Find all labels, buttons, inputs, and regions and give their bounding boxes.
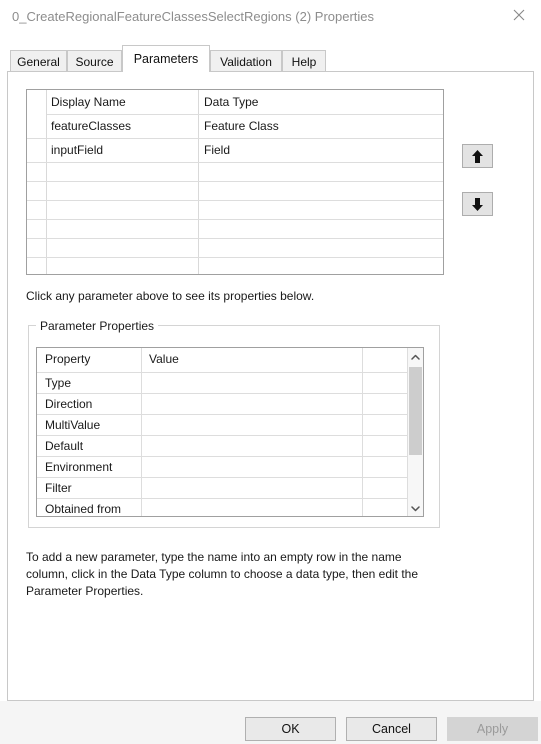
property-row[interactable]: Obtained from: [37, 498, 423, 516]
tab-help[interactable]: Help: [282, 50, 326, 72]
cell-property-name: Filter: [45, 480, 72, 495]
move-down-button[interactable]: [462, 192, 493, 216]
parameter-properties-table[interactable]: Property Value Type Direction MultiValue Defa…: [36, 347, 424, 517]
table-row-empty[interactable]: [27, 162, 443, 181]
parameter-properties-group-title: Parameter Properties: [36, 319, 159, 333]
title-bar: 0_CreateRegionalFeatureClassesSelectRegi…: [0, 0, 541, 36]
cell-property-name: Environment: [45, 459, 113, 474]
property-row[interactable]: Direction: [37, 393, 423, 414]
apply-button: Apply: [447, 717, 538, 741]
arrow-up-icon: [471, 149, 484, 164]
property-row[interactable]: Default: [37, 435, 423, 456]
table-row-empty[interactable]: [27, 219, 443, 238]
scroll-up-button[interactable]: [408, 348, 423, 365]
table-row-empty[interactable]: [27, 181, 443, 200]
parameters-table[interactable]: Display Name Data Type featureClasses Featu…: [26, 89, 444, 275]
parameters-header-row: Display Name Data Type: [27, 90, 443, 114]
property-column-divider: [141, 348, 142, 516]
cell-property-name: Type: [45, 375, 72, 390]
value-column-divider: [362, 348, 363, 516]
column-header-data-type[interactable]: Data Type: [204, 90, 258, 114]
instructions-text: To add a new parameter, type the name in…: [26, 550, 419, 598]
property-row[interactable]: Environment: [37, 456, 423, 477]
table-row[interactable]: featureClasses Feature Class: [27, 114, 443, 138]
column-header-value[interactable]: Value: [149, 348, 179, 369]
cell-property-name: Obtained from: [45, 501, 122, 516]
tab-general[interactable]: General: [10, 50, 67, 72]
move-up-button[interactable]: [462, 144, 493, 168]
tab-strip: General Source Parameters Validation Help: [0, 36, 541, 72]
tab-source[interactable]: Source: [67, 50, 122, 72]
cell-display-name[interactable]: featureClasses: [51, 114, 131, 138]
window-title: 0_CreateRegionalFeatureClassesSelectRegi…: [12, 9, 375, 24]
properties-scrollbar[interactable]: [407, 348, 423, 516]
scroll-thumb[interactable]: [409, 367, 422, 455]
table-row-empty[interactable]: [27, 200, 443, 219]
cell-data-type[interactable]: Field: [204, 138, 230, 162]
cell-property-name: Default: [45, 438, 84, 453]
properties-header-row: Property Value: [37, 348, 423, 369]
arrow-down-icon: [471, 197, 484, 212]
table-row[interactable]: inputField Field: [27, 138, 443, 162]
cell-display-name[interactable]: inputField: [51, 138, 103, 162]
tab-validation[interactable]: Validation: [210, 50, 282, 72]
cell-data-type[interactable]: Feature Class: [204, 114, 279, 138]
cancel-button[interactable]: Cancel: [346, 717, 437, 741]
close-icon: [513, 9, 525, 21]
property-row[interactable]: Filter: [37, 477, 423, 498]
cell-property-name: MultiValue: [45, 417, 101, 432]
chevron-down-icon: [411, 501, 420, 515]
table-row-empty[interactable]: [27, 238, 443, 257]
property-row[interactable]: MultiValue: [37, 414, 423, 435]
ok-button[interactable]: OK: [245, 717, 336, 741]
cell-property-name: Direction: [45, 396, 93, 411]
chevron-up-icon: [411, 350, 420, 364]
column-header-display-name[interactable]: Display Name: [51, 90, 126, 114]
property-row[interactable]: Type: [37, 372, 423, 393]
hint-text: Click any parameter above to see its pro…: [26, 289, 315, 303]
tab-parameters[interactable]: Parameters: [122, 45, 210, 72]
scroll-down-button[interactable]: [408, 499, 423, 516]
column-header-property[interactable]: Property: [45, 348, 90, 369]
close-button[interactable]: [496, 0, 541, 30]
table-row-empty[interactable]: [27, 257, 443, 274]
